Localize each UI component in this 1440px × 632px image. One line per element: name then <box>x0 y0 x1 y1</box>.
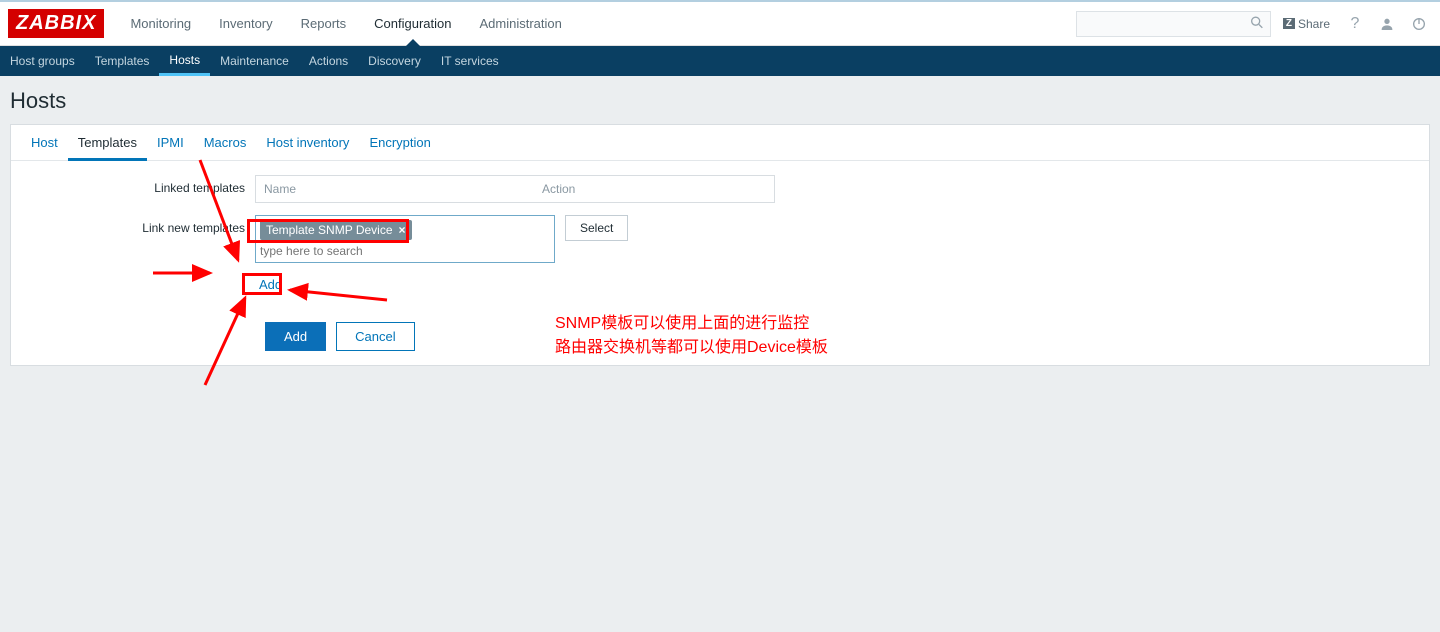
share-button[interactable]: Z Share <box>1277 17 1336 31</box>
label-link-new-templates: Link new templates <box>31 215 255 235</box>
template-multiselect[interactable]: Template SNMP Device × <box>255 215 555 263</box>
actions-row: Add Cancel <box>265 322 1409 351</box>
linked-templates-table-header: Name Action <box>255 175 775 203</box>
user-icon[interactable] <box>1374 11 1400 37</box>
search-icon[interactable] <box>1249 14 1265 33</box>
tab-ipmi[interactable]: IPMI <box>147 125 194 160</box>
annotation-text-line1: SNMP模板可以使用上面的进行监控 <box>555 312 828 336</box>
col-name-header: Name <box>256 176 534 202</box>
subnav-maintenance[interactable]: Maintenance <box>210 46 299 76</box>
row-link-new-templates: Link new templates Template SNMP Device … <box>31 215 1409 296</box>
topnav-monitoring[interactable]: Monitoring <box>116 2 205 46</box>
topnav-configuration[interactable]: Configuration <box>360 2 465 46</box>
logout-icon[interactable] <box>1406 11 1432 37</box>
logo[interactable]: ZABBIX <box>8 9 104 38</box>
subnav-templates[interactable]: Templates <box>85 46 160 76</box>
annotation-text-line2: 路由器交换机等都可以使用Device模板 <box>555 336 828 360</box>
field-link-new-templates: Template SNMP Device × Select Add <box>255 215 628 296</box>
top-nav-items: Monitoring Inventory Reports Configurati… <box>116 2 575 46</box>
topnav-reports[interactable]: Reports <box>287 2 361 46</box>
tab-host-inventory[interactable]: Host inventory <box>256 125 359 160</box>
top-nav: ZABBIX Monitoring Inventory Reports Conf… <box>0 2 1440 46</box>
subnav-hosts[interactable]: Hosts <box>159 46 210 76</box>
cancel-button[interactable]: Cancel <box>336 322 414 351</box>
page-title: Hosts <box>0 76 1440 124</box>
top-nav-right: Z Share ? <box>1076 11 1432 37</box>
select-button[interactable]: Select <box>565 215 628 241</box>
col-action-header: Action <box>534 176 774 202</box>
share-label: Share <box>1298 17 1330 31</box>
multiselect-wrap: Template SNMP Device × Select <box>255 215 628 263</box>
subnav-actions[interactable]: Actions <box>299 46 358 76</box>
search-input[interactable] <box>1076 11 1271 37</box>
label-linked-templates: Linked templates <box>31 175 255 195</box>
add-link[interactable]: Add <box>255 273 286 296</box>
search-box <box>1076 11 1271 37</box>
tab-host[interactable]: Host <box>21 125 68 160</box>
add-button[interactable]: Add <box>265 322 326 351</box>
subnav-discovery[interactable]: Discovery <box>358 46 431 76</box>
tab-templates[interactable]: Templates <box>68 125 147 161</box>
chip-remove-icon[interactable]: × <box>399 223 406 237</box>
subnav-it-services[interactable]: IT services <box>431 46 509 76</box>
template-chip: Template SNMP Device × <box>260 220 412 240</box>
topnav-administration[interactable]: Administration <box>466 2 576 46</box>
tab-macros[interactable]: Macros <box>194 125 257 160</box>
tab-encryption[interactable]: Encryption <box>359 125 440 160</box>
multiselect-input[interactable] <box>260 244 550 258</box>
chip-label: Template SNMP Device <box>266 223 393 237</box>
topnav-inventory[interactable]: Inventory <box>205 2 286 46</box>
help-icon[interactable]: ? <box>1342 11 1368 37</box>
sub-nav: Host groups Templates Hosts Maintenance … <box>0 46 1440 76</box>
row-linked-templates: Linked templates Name Action <box>31 175 1409 203</box>
zabbix-z-icon: Z <box>1283 18 1295 29</box>
field-linked-templates: Name Action <box>255 175 775 203</box>
subnav-host-groups[interactable]: Host groups <box>0 46 85 76</box>
annotation-text: SNMP模板可以使用上面的进行监控 路由器交换机等都可以使用Device模板 <box>555 312 828 360</box>
form-tabs: Host Templates IPMI Macros Host inventor… <box>11 125 1429 161</box>
